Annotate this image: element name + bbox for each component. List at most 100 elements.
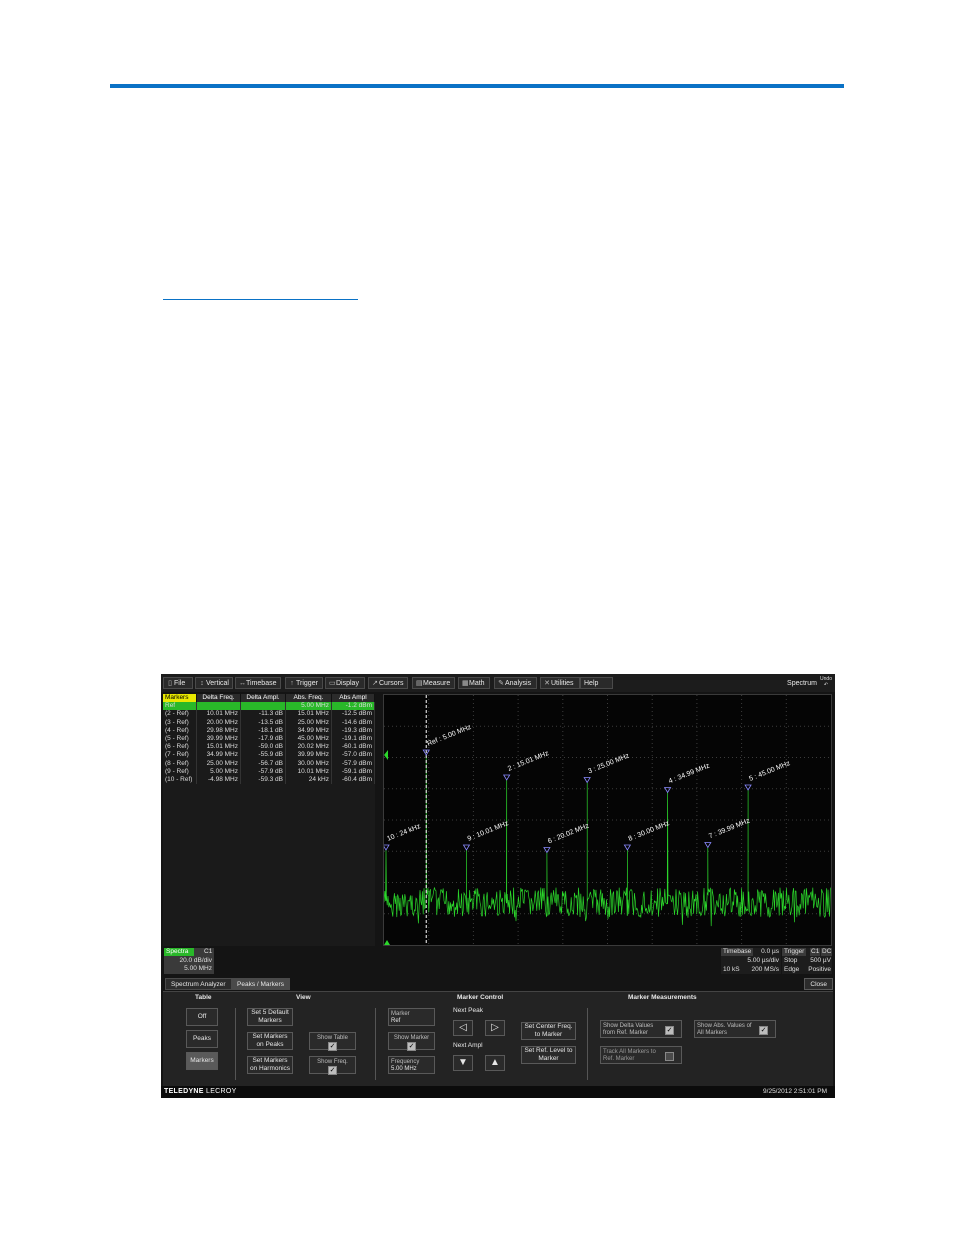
menu-cursors[interactable]: ↗Cursors xyxy=(368,677,408,689)
marker-label: 8 : 30.00 MHz xyxy=(628,820,671,843)
teledyne-lecroy-logo: TELEDYNE LECROY xyxy=(164,1088,237,1095)
vertical-icon: ↕ xyxy=(200,680,204,687)
table-row[interactable]: (9 - Ref) 5.00 MHz -57.9 dB 10.01 MHz -59.1 … xyxy=(163,767,375,776)
set-default-markers-button[interactable]: Set 5 Default Markers xyxy=(247,1008,293,1026)
table-row[interactable]: (3 - Ref) 20.00 MHz -13.5 dB 25.00 MHz -14.6… xyxy=(163,718,375,727)
table-cell: (8 - Ref) xyxy=(163,759,197,768)
table-cell: -57.0 dBm xyxy=(332,751,375,760)
table-cell: -19.1 dBm xyxy=(332,734,375,744)
chevron-left-icon: ◁ xyxy=(459,1022,467,1033)
menu-display[interactable]: ▭Display xyxy=(325,677,365,689)
table-cell: 45.00 MHz xyxy=(286,734,332,744)
table-row[interactable]: (7 - Ref) 34.99 MHz -55.9 dB 39.99 MHz -57.0… xyxy=(163,751,375,760)
set-markers-on-peaks-button[interactable]: Set Markers on Peaks xyxy=(247,1032,293,1050)
track-all-markers-checkbox[interactable]: ✓ xyxy=(665,1051,674,1061)
table-cell: (5 - Ref) xyxy=(163,734,197,744)
analysis-icon: ✎ xyxy=(498,680,504,687)
table-row[interactable]: (8 - Ref) 25.00 MHz -56.7 dB 30.00 MHz -57.9… xyxy=(163,759,375,768)
table-row[interactable]: (10 - Ref) -4.98 MHz -59.3 dB 24 kHz -60.4 d… xyxy=(163,775,375,785)
table-peaks-button[interactable]: Peaks xyxy=(186,1030,218,1048)
utilities-icon: ✕ xyxy=(544,680,550,687)
undo-icon: ↶ xyxy=(823,682,829,688)
table-cell: (10 - Ref) xyxy=(163,775,197,785)
set-ref-level-button[interactable]: Set Ref. Level to Marker xyxy=(521,1046,576,1064)
table-cell: 25.00 MHz xyxy=(286,718,332,727)
menu-vertical[interactable]: ↕ Vertical xyxy=(195,677,233,689)
table-cell: -4.98 MHz xyxy=(197,775,241,785)
show-table-toggle[interactable]: Show Table ✓ xyxy=(309,1032,356,1051)
spectrum-plot: Ref : 5.00 MHz 2 : 15.01 MHz 3 : 25.00 MHz… xyxy=(382,695,831,945)
show-delta-values-checkbox[interactable]: ✓ xyxy=(665,1025,674,1035)
column-header[interactable]: Abs Ampl xyxy=(332,694,375,703)
next-ampl-up-button[interactable]: ▲ xyxy=(485,1055,505,1071)
table-off-button[interactable]: Off xyxy=(186,1008,218,1026)
table-cell: (4 - Ref) xyxy=(163,726,197,735)
menu-help[interactable]: Help xyxy=(580,677,613,689)
ground-marker-arrow xyxy=(384,940,390,945)
show-table-checkbox[interactable]: ✓ xyxy=(328,1042,337,1051)
show-marker-checkbox[interactable]: ✓ xyxy=(407,1042,416,1051)
column-header[interactable]: Markers xyxy=(163,694,197,703)
undo-button[interactable]: Undo ↶ xyxy=(819,676,833,690)
frequency-field[interactable]: Frequency 5.00 MHz xyxy=(388,1056,435,1074)
reference-level-arrow xyxy=(384,750,388,760)
table-cell: -57.9 dB xyxy=(241,767,286,776)
table-cell: -13.5 dB xyxy=(241,718,286,727)
show-delta-values-toggle[interactable]: Show Delta Values from Ref. Marker ✓ xyxy=(600,1020,682,1038)
set-markers-on-harmonics-button[interactable]: Set Markers on Harmonics xyxy=(247,1056,293,1074)
menu-utilities[interactable]: ✕Utilities xyxy=(540,677,580,689)
table-row[interactable]: (2 - Ref) 10.01 MHz -11.3 dB 15.01 MHz -12.5… xyxy=(163,710,375,719)
measure-icon: ▤ xyxy=(416,680,423,687)
set-center-freq-button[interactable]: Set Center Freq. to Marker xyxy=(521,1022,576,1040)
show-marker-toggle[interactable]: Show Marker ✓ xyxy=(388,1032,435,1051)
menu-measure[interactable]: ▤Measure xyxy=(412,677,455,689)
next-peak-button[interactable]: ▷ xyxy=(485,1020,505,1036)
timebase-icon: ↔ xyxy=(239,680,246,687)
close-button[interactable]: Close xyxy=(804,978,833,990)
next-peak-label: Next Peak xyxy=(453,1007,483,1014)
show-freq-checkbox[interactable]: ✓ xyxy=(328,1066,337,1075)
column-header[interactable]: Delta Freq. xyxy=(197,694,241,703)
trace-scale: 20.0 dB/div xyxy=(179,957,212,964)
table-cell: -19.3 dBm xyxy=(332,726,375,735)
marker-label: Ref : 5.00 MHz xyxy=(426,724,472,748)
table-cell: -60.1 dBm xyxy=(332,743,375,752)
table-row[interactable]: Ref 5.00 MHz -1.2 dBm xyxy=(163,702,375,711)
marker-control-section-title: Marker Control xyxy=(457,994,504,1001)
marker-table-header: Markers Delta Freq. Delta Ampl. Abs. Freq. A… xyxy=(163,694,375,703)
track-all-markers-toggle[interactable]: Track All Markers to Ref. Marker✓ xyxy=(600,1046,682,1064)
column-header[interactable]: Abs. Freq. xyxy=(286,694,332,703)
menu-math[interactable]: ▦Math xyxy=(458,677,490,689)
trace-descriptor[interactable]: Spectra C1 20.0 dB/div 5.00 MHz xyxy=(164,948,214,974)
trigger-descriptor[interactable]: Trigger C1 DC Stop 500 µV Edge Positive xyxy=(782,948,833,974)
table-markers-button[interactable]: Markers xyxy=(186,1052,218,1070)
table-row[interactable]: (6 - Ref) 15.01 MHz -59.0 dB 20.02 MHz -60.1… xyxy=(163,743,375,752)
tab-spectrum-analyzer[interactable]: Spectrum Analyzer xyxy=(165,978,232,990)
table-cell: -59.3 dB xyxy=(241,775,286,785)
next-ampl-label: Next Ampl xyxy=(453,1042,483,1049)
marker-label: 6 : 20.02 MHz xyxy=(547,822,590,845)
timebase-descriptor[interactable]: Timebase 0.0 µs 5.00 µs/div 10 kS 200 MS… xyxy=(721,948,781,974)
table-cell: (6 - Ref) xyxy=(163,743,197,752)
marker-label: 3 : 25.00 MHz xyxy=(587,752,630,775)
show-abs-values-toggle[interactable]: Show Abs. Values of All Markers ✓ xyxy=(694,1020,776,1038)
chevron-right-icon: ▷ xyxy=(491,1022,499,1033)
menu-timebase[interactable]: ↔Timebase xyxy=(235,677,281,689)
menu-file[interactable]: ▯ File xyxy=(163,677,193,689)
table-row[interactable]: (5 - Ref) 39.99 MHz -17.9 dB 45.00 MHz -19.1… xyxy=(163,734,375,744)
previous-peak-button[interactable]: ◁ xyxy=(453,1020,473,1036)
table-row[interactable]: (4 - Ref) 29.98 MHz -18.1 dB 34.99 MHz -19.3… xyxy=(163,726,375,735)
menu-trigger[interactable]: ↑ Trigger xyxy=(285,677,323,689)
marker-triangle xyxy=(583,777,591,784)
marker-triangle xyxy=(663,787,672,794)
oscilloscope-screenshot: ▯ File ↕ Vertical ↔Timebase ↑ Trigger ▭Disp… xyxy=(161,674,835,1098)
marker-select-field[interactable]: Marker Ref xyxy=(388,1008,435,1026)
menu-analysis[interactable]: ✎Analysis xyxy=(494,677,537,689)
tab-peaks-markers[interactable]: Peaks / Markers xyxy=(231,978,290,990)
view-section-title: View xyxy=(296,994,311,1001)
table-section-title: Table xyxy=(195,994,212,1001)
show-abs-values-checkbox[interactable]: ✓ xyxy=(759,1025,768,1035)
column-header[interactable]: Delta Ampl. xyxy=(241,694,286,703)
next-ampl-down-button[interactable]: ▼ xyxy=(453,1055,473,1071)
show-freq-toggle[interactable]: Show Freq. ✓ xyxy=(309,1056,356,1075)
